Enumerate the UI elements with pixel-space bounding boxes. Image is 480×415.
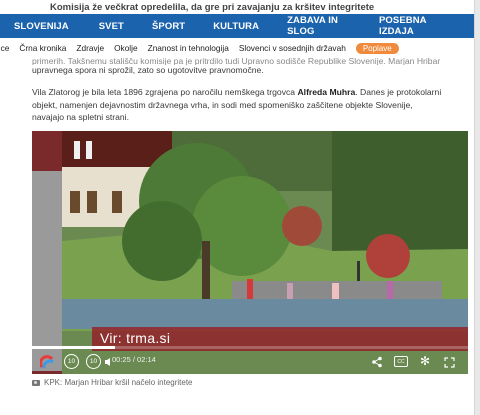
subnav-znanost[interactable]: Znanost in tehnologija (148, 43, 229, 53)
subnav-poplave-pill[interactable]: Poplave (355, 42, 399, 54)
nav-zabava-in-slog[interactable]: ZABAVA IN SLOG (287, 15, 351, 37)
video-progress-fill (32, 346, 115, 349)
caption-text: KPK: Marjan Hribar kršil načelo integrit… (44, 378, 193, 387)
watermark-text: Vir: trma.si (100, 330, 171, 346)
nav-slovenija[interactable]: SLOVENIJA (14, 21, 69, 32)
video-player[interactable]: Vir: trma.si 10 10 00:25 / 02:14 CC ✻ (32, 131, 468, 374)
video-controls: 10 10 00:25 / 02:14 CC ✻ (32, 350, 468, 374)
rewind-10-icon[interactable]: 10 (64, 354, 79, 369)
article-paragraph-2: Vila Zlatorog je bila leta 1896 zgrajena… (32, 86, 442, 124)
article-heading-partial: Komisija že večkrat opredelila, da gre p… (50, 2, 375, 13)
para2-bold-name: Alfreda Muhra (297, 87, 356, 97)
video-time: 00:25 / 02:14 (112, 355, 156, 364)
fullscreen-icon[interactable] (442, 355, 456, 369)
nav-kultura[interactable]: KULTURA (213, 21, 259, 32)
nav-sport[interactable]: ŠPORT (152, 21, 185, 32)
share-icon[interactable] (370, 355, 384, 369)
video-caption: KPK: Marjan Hribar kršil načelo integrit… (32, 378, 193, 387)
subnav-crna-kronika[interactable]: Črna kronika (19, 43, 66, 53)
para2-text-a: Vila Zlatorog je bila leta 1896 zgrajena… (32, 87, 298, 97)
forward-10-icon[interactable]: 10 (86, 354, 101, 369)
settings-icon[interactable]: ✻ (418, 354, 432, 368)
main-nav: SLOVENIJA SVET ŠPORT KULTURA ZABAVA IN S… (0, 14, 474, 38)
nav-svet[interactable]: SVET (99, 21, 124, 32)
video-progress-bar[interactable] (32, 346, 468, 349)
camera-icon (32, 379, 40, 386)
logo-icon (40, 355, 54, 369)
subnav-okolje[interactable]: Okolje (114, 43, 138, 53)
sub-nav: ovice Črna kronika Zdravje Okolje Znanos… (0, 40, 474, 56)
subtitles-icon[interactable]: CC (394, 356, 408, 367)
scrollbar[interactable] (474, 0, 480, 415)
subnav-zdravje[interactable]: Zdravje (76, 43, 104, 53)
subnav-slovenci[interactable]: Slovenci v sosednjih državah (239, 43, 346, 53)
article-paragraph-1: upravnega spora ni sprožil, zato so ugot… (32, 65, 264, 75)
subnav-novice[interactable]: ovice (0, 43, 9, 53)
nav-posebna-izdaja[interactable]: POSEBNA IZDAJA (379, 15, 446, 37)
